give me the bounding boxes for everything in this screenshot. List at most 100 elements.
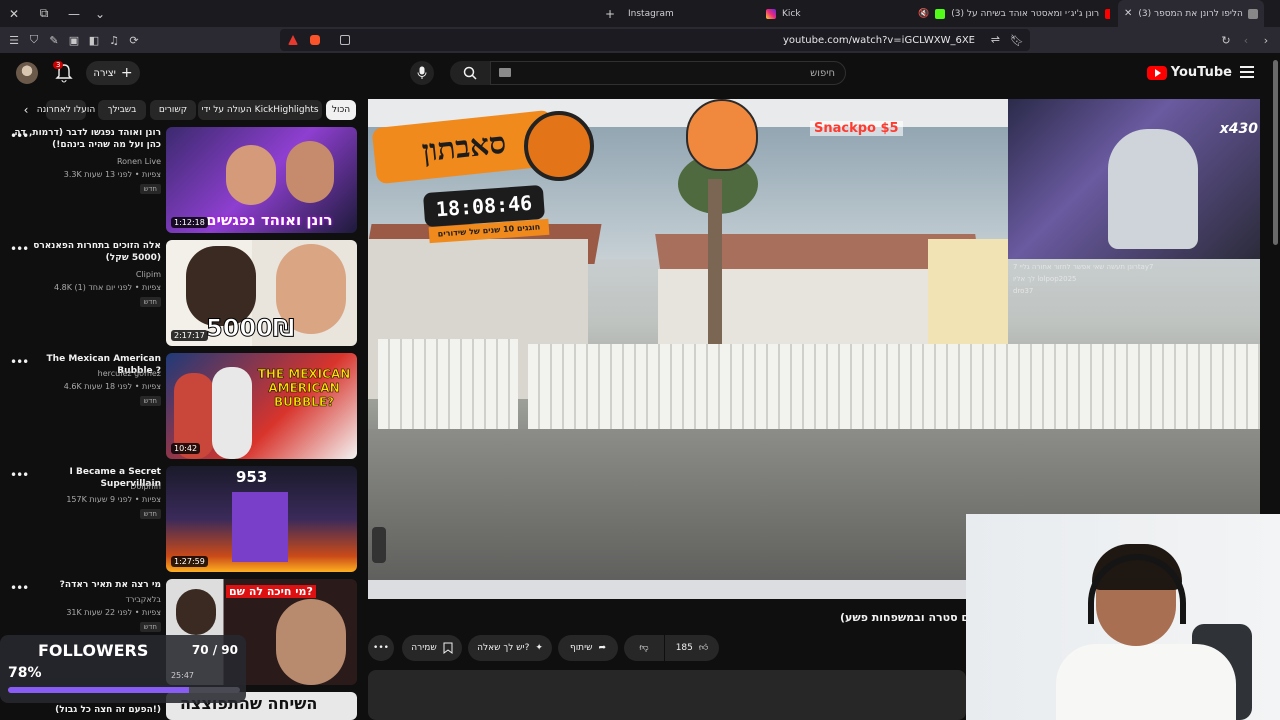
chip-label: הכול [331, 105, 351, 115]
list-item[interactable]: 953 1:27:59 I Became a Secret Supervilla… [0, 466, 358, 573]
close-window-icon[interactable]: ✕ [0, 0, 28, 27]
tab-active-video[interactable]: ✕ (3) הליפו לרונן את המספר [1118, 0, 1264, 27]
chip-for-you[interactable]: בשבילך [98, 100, 146, 120]
webcam-overlay [966, 514, 1280, 720]
thumbs-up-icon: 👍︎ [698, 643, 709, 653]
page-scrollbar[interactable] [1273, 60, 1278, 245]
channel-name[interactable]: בלאקבירד [126, 595, 162, 604]
tab-overview-icon[interactable]: ⧉ [30, 0, 58, 27]
extensions-icon[interactable]: ✎ [44, 30, 64, 50]
video-title[interactable]: רונן ואוהד נפגשו לדבר (דרמות, דה כהן ועל… [11, 127, 161, 151]
more-actions-icon[interactable]: ••• [10, 468, 29, 482]
close-tab-icon[interactable]: ✕ [1124, 8, 1132, 19]
site-settings-icon[interactable]: ⇌ [991, 33, 1000, 46]
search-input[interactable]: חיפוש [490, 61, 846, 85]
guide-menu-icon[interactable] [1240, 66, 1254, 78]
sync-icon[interactable]: ⟳ [124, 30, 144, 50]
donation-alert: Snackpo $5 [810, 121, 903, 136]
tab-instagram[interactable]: Instagram [628, 0, 748, 27]
map-controls [372, 527, 386, 563]
bookmark-icon[interactable]: 🔖︎ [1007, 30, 1027, 50]
new-badge: חדש [139, 297, 161, 307]
mute-icon[interactable]: 🔇 [918, 9, 929, 19]
reader-mode-icon[interactable] [340, 35, 350, 45]
filter-chips: ‹ הועלו לאחרונה בשבילך קשורים העולה על י… [18, 100, 358, 120]
pocket-icon[interactable]: ▣ [64, 30, 84, 50]
brave-shield-icon[interactable] [310, 35, 320, 45]
list-item[interactable]: רונן ואוהד נפגשים 1:12:18 רונן ואוהד נפג… [0, 127, 358, 234]
minimize-icon[interactable]: — [60, 0, 88, 27]
new-badge: חדש [139, 509, 161, 519]
video-title[interactable]: (הפעם זה חצה כל גבול!) [11, 704, 161, 716]
more-actions-icon[interactable]: ••• [10, 242, 29, 256]
music-icon[interactable]: ♫ [104, 30, 124, 50]
dislike-button[interactable]: 👎︎ [624, 635, 664, 661]
chips-scroll-left-icon[interactable]: ‹ [18, 100, 34, 120]
list-item[interactable]: 5000₪ 2:17:17 אלה הזוכים בתחרות הפאנארס … [0, 240, 358, 347]
followers-progress-bar [8, 687, 240, 693]
chat-message: לך אליו lolpop2025 [1013, 275, 1077, 283]
duration-badge: 1:12:18 [171, 217, 208, 228]
streamer-cam: x430 [1008, 99, 1260, 259]
search-icon [463, 66, 477, 80]
share-button[interactable]: שיתוף ➦ [558, 635, 618, 661]
more-icon: ••• [373, 643, 389, 653]
audio-playing-icon [1248, 9, 1258, 19]
thumbs-down-icon: 👎︎ [639, 643, 649, 653]
address-bar[interactable]: youtube.com/watch?v=iGCLWXW_6XE ⇌ [280, 29, 1030, 51]
more-actions-icon[interactable]: ••• [10, 129, 29, 143]
duration-badge: 2:17:17 [171, 330, 208, 341]
share-icon: ➦ [598, 643, 607, 653]
ask-button[interactable]: יש לך שאלה? ✦ [468, 635, 552, 661]
back-icon[interactable]: › [1256, 30, 1276, 50]
new-badge: חדש [139, 184, 161, 194]
youtube-logo[interactable]: YouTube [1146, 65, 1232, 80]
chip-label: הועלו לאחרונה [36, 105, 96, 115]
forward-icon[interactable]: ‹ [1236, 30, 1256, 50]
channel-name[interactable]: herculez gomez [98, 369, 161, 378]
sidebar-icon[interactable]: ◧ [84, 30, 104, 50]
more-actions-icon[interactable]: ••• [10, 355, 29, 369]
video-title[interactable]: ?מי רצה את תאיר ראדה [11, 579, 161, 591]
channel-name[interactable]: Clipim [136, 270, 161, 279]
ask-label: יש לך שאלה? [477, 643, 530, 653]
thumbnail-face [176, 589, 216, 635]
plus-icon: + [120, 65, 133, 81]
description-box[interactable] [368, 670, 966, 720]
like-button[interactable]: 185 👍︎ [665, 635, 719, 661]
brave-rewards-icon[interactable] [288, 35, 298, 45]
new-tab-button[interactable]: + [596, 0, 624, 27]
more-actions-button[interactable]: ••• [368, 635, 394, 661]
reload-icon[interactable]: ↻ [1216, 30, 1236, 50]
channel-name[interactable]: Dolphin [130, 482, 161, 491]
voice-search-button[interactable] [410, 61, 434, 85]
list-item[interactable]: THE MEXICAN AMERICAN BUBBLE? 10:42 The M… [0, 353, 358, 460]
video-meta: 4.6K ‏‏‏צפיות • לפני 18 שעות [63, 382, 161, 391]
create-button[interactable]: יצירה + [86, 61, 140, 85]
chip-all[interactable]: הכול [326, 100, 356, 120]
avatar[interactable] [16, 62, 38, 84]
share-label: שיתוף [569, 643, 593, 653]
menu-icon[interactable]: ☰ [4, 30, 24, 50]
tab-kick[interactable]: Kick [766, 0, 886, 27]
video-meta: 157K ‏‏‏צפיות • לפני 9 שעות [66, 495, 161, 504]
thumbnail-face [286, 141, 334, 203]
video-title[interactable]: אלה הזוכים בתחרות הפאנארס (5000 שקל) [11, 240, 161, 264]
chip-related[interactable]: קשורים [150, 100, 196, 120]
tab-list-chevron-icon[interactable]: ⌄ [86, 0, 114, 27]
channel-name[interactable]: Ronen Live [117, 157, 161, 166]
more-actions-icon[interactable]: ••• [10, 581, 29, 595]
keyboard-icon[interactable] [499, 68, 511, 77]
save-button[interactable]: שמירה [402, 635, 462, 661]
thumbnail-face [226, 145, 276, 205]
followers-count: 70 / 90 [191, 643, 238, 657]
tab-ronen-gg[interactable]: 🔇 (3) רונן ג'יג׳י ומאסטר אוהד בשיחה על [918, 0, 1110, 27]
chip-recent[interactable]: הועלו לאחרונה [37, 100, 95, 120]
followers-goal-widget: FOLLOWERS 70 / 90 78% 25:47 [0, 635, 246, 703]
shield-icon[interactable]: ⛉ [24, 30, 44, 50]
chip-label: בשבילך [107, 105, 137, 115]
chip-label: העולה על ידי KickHighlights [201, 105, 319, 115]
chat-message: רונן תעשה שאי אפשר לחזור אחורה גליי 7tay… [1013, 263, 1154, 271]
chip-uploader[interactable]: העולה על ידי KickHighlights [198, 100, 322, 120]
search-button[interactable] [450, 61, 490, 85]
